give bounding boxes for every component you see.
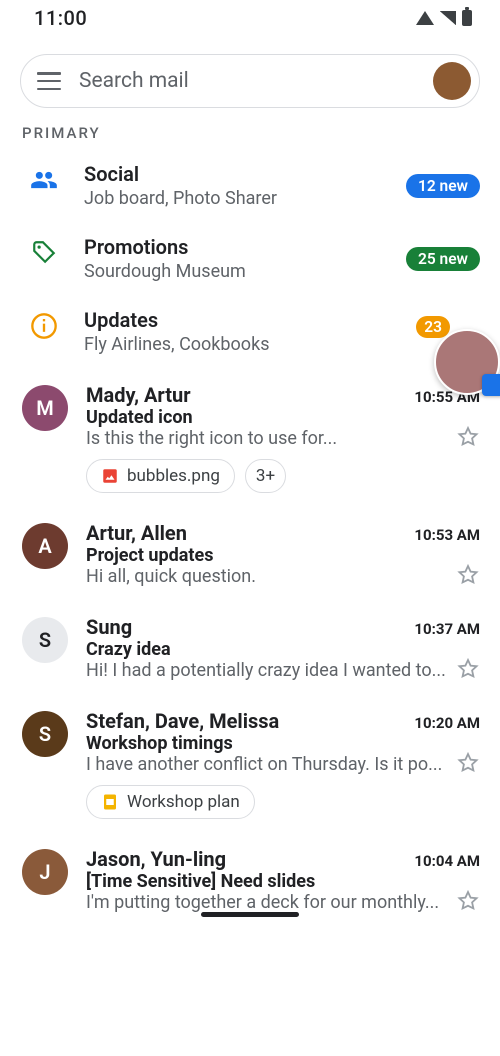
email-snippet: I'm putting together a deck for our mont… (86, 892, 448, 913)
email-row[interactable]: S Stefan, Dave, Melissa 10:20 AM Worksho… (0, 693, 500, 831)
star-icon[interactable] (456, 657, 480, 681)
people-icon (22, 162, 66, 194)
search-bar[interactable]: Search mail (20, 54, 480, 108)
email-time: 10:37 AM (414, 620, 480, 638)
status-icons (416, 10, 472, 26)
email-subject: Crazy idea (86, 639, 448, 660)
email-sender: Sung (86, 615, 132, 639)
email-sender: Jason, Yun-ling (86, 847, 226, 871)
tab-sub: Job board, Photo Sharer (84, 188, 388, 209)
status-time: 11:00 (34, 6, 87, 30)
tab-badge: 23 (416, 316, 450, 338)
info-icon (22, 308, 66, 340)
star-icon[interactable] (456, 425, 480, 449)
email-row[interactable]: M Mady, Artur 10:55 AM Updated icon Is t… (0, 367, 500, 505)
search-placeholder[interactable]: Search mail (79, 69, 415, 93)
tab-social[interactable]: Social Job board, Photo Sharer 12 new (0, 148, 500, 221)
tab-sub: Fly Airlines, Cookbooks (84, 334, 480, 355)
tab-promotions[interactable]: Promotions Sourdough Museum 25 new (0, 221, 500, 294)
email-row[interactable]: J Jason, Yun-ling 10:04 AM [Time Sensiti… (0, 831, 500, 925)
sender-avatar[interactable]: S (22, 617, 68, 663)
account-avatar[interactable] (433, 62, 471, 100)
email-row[interactable]: A Artur, Allen 10:53 AM Project updates … (0, 505, 500, 599)
star-icon[interactable] (456, 563, 480, 587)
email-snippet: I have another conflict on Thursday. Is … (86, 754, 448, 775)
sender-avatar[interactable]: J (22, 849, 68, 895)
email-sender: Mady, Artur (86, 383, 191, 407)
email-time: 10:20 AM (414, 714, 480, 732)
email-sender: Stefan, Dave, Melissa (86, 709, 279, 733)
email-sender: Artur, Allen (86, 521, 187, 545)
signal-icon (440, 11, 456, 25)
attachment-label: Workshop plan (127, 792, 240, 812)
tab-badge: 25 new (406, 247, 480, 271)
email-subject: Updated icon (86, 407, 448, 428)
attachment-chip[interactable]: Workshop plan (86, 785, 255, 819)
wifi-icon (416, 11, 434, 25)
email-subject: Project updates (86, 545, 448, 566)
menu-icon[interactable] (37, 72, 61, 90)
attachment-chip[interactable]: bubbles.png (86, 459, 235, 493)
email-time: 10:04 AM (414, 852, 480, 870)
email-snippet: Is this the right icon to use for... (86, 428, 448, 449)
sender-avatar[interactable]: A (22, 523, 68, 569)
nav-handle[interactable] (201, 912, 299, 917)
battery-icon (462, 10, 472, 26)
status-bar: 11:00 (0, 0, 500, 36)
section-label: PRIMARY (0, 118, 500, 148)
email-snippet: Hi all, quick question. (86, 566, 448, 587)
email-subject: [Time Sensitive] Need slides (86, 871, 448, 892)
email-time: 10:53 AM (414, 526, 480, 544)
star-icon[interactable] (456, 889, 480, 913)
attachment-label: bubbles.png (127, 466, 220, 486)
email-subject: Workshop timings (86, 733, 448, 754)
tab-sub: Sourdough Museum (84, 261, 388, 282)
tab-title: Promotions (84, 235, 388, 259)
email-row[interactable]: S Sung 10:37 AM Crazy idea Hi! I had a p… (0, 599, 500, 693)
tab-badge: 12 new (406, 174, 480, 198)
sender-avatar[interactable]: M (22, 385, 68, 431)
email-snippet: Hi! I had a potentially crazy idea I wan… (86, 660, 448, 681)
tab-updates[interactable]: Updates Fly Airlines, Cookbooks 23 (0, 294, 500, 367)
chat-head-message-icon[interactable] (482, 374, 500, 396)
tab-title: Social (84, 162, 388, 186)
star-icon[interactable] (456, 751, 480, 775)
attachment-more[interactable]: 3+ (245, 459, 286, 493)
sender-avatar[interactable]: S (22, 711, 68, 757)
tag-icon (22, 235, 66, 265)
